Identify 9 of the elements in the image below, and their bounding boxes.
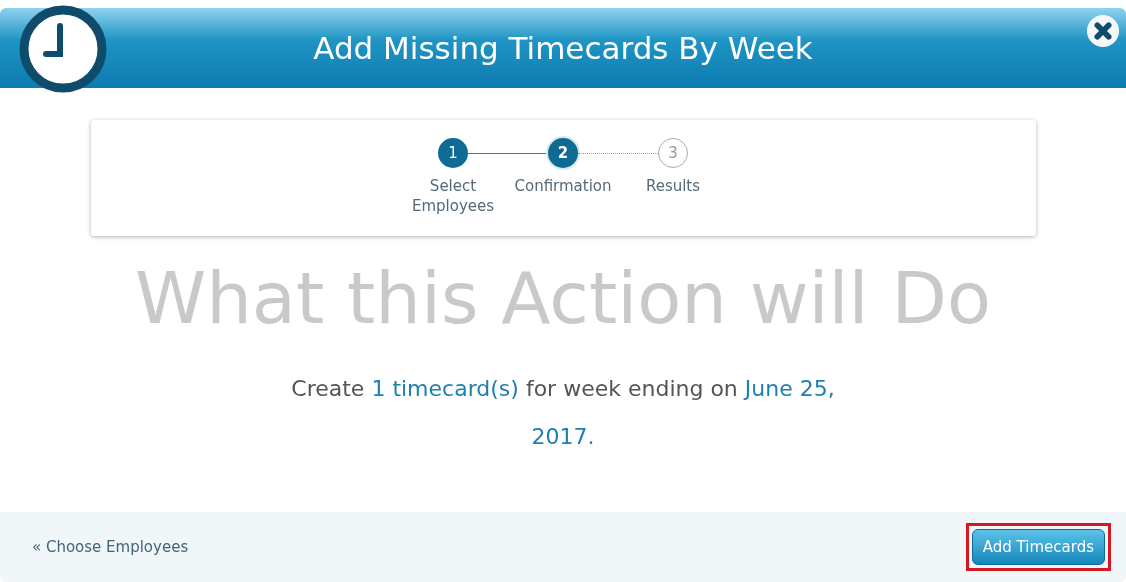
step-number: 2	[548, 138, 578, 168]
step-number: 1	[438, 138, 468, 168]
step-number: 3	[658, 138, 688, 168]
back-link[interactable]: « Choose Employees	[32, 538, 189, 556]
summary-text: Create 1 timecard(s) for week ending on June 25, 2017.	[290, 375, 836, 451]
step-label: Results	[645, 176, 701, 196]
step-label: Select Employees	[411, 176, 495, 216]
dialog-title: Add Missing Timecards By Week	[313, 30, 813, 66]
step-label: Confirmation	[514, 176, 612, 196]
